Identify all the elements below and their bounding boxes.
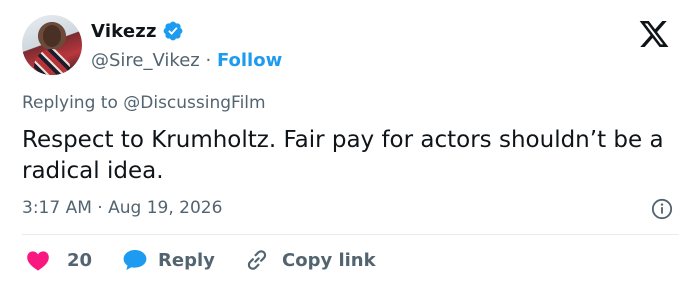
reply-button[interactable]: Reply (122, 246, 215, 274)
handle-separator: · (205, 50, 212, 71)
tweet-date: Aug 19, 2026 (108, 198, 223, 218)
link-icon (247, 250, 267, 270)
copy-link-label: Copy link (282, 249, 376, 271)
copy-link-button[interactable]: Copy link (244, 246, 376, 274)
meta-separator: · (97, 198, 103, 218)
avatar-head (43, 25, 61, 47)
like-button[interactable]: 20 (26, 246, 92, 274)
tweet-timestamp[interactable]: 3:17 AM · Aug 19, 2026 (22, 198, 222, 218)
info-icon[interactable] (651, 198, 673, 220)
replying-to-mention[interactable]: @DiscussingFilm (123, 93, 265, 113)
verified-badge-icon (163, 21, 183, 41)
display-name[interactable]: Vikezz (91, 21, 157, 42)
reply-label: Reply (158, 249, 215, 271)
handle-row: @Sire_Vikez · Follow (91, 50, 282, 71)
tweet-time: 3:17 AM (22, 198, 92, 218)
replying-to-prefix: Replying to (22, 93, 118, 113)
action-bar: 20 Reply Copy link (22, 246, 682, 274)
speech-bubble-icon (123, 250, 147, 270)
user-handle[interactable]: @Sire_Vikez (91, 50, 200, 71)
x-logo-icon[interactable] (637, 18, 671, 50)
heart-icon (27, 251, 49, 271)
tweet-card: Vikezz @Sire_Vikez · Follow Replying to … (0, 0, 700, 287)
avatar-shirt (34, 49, 70, 75)
tweet-text: Respect to Krumholtz. Fair pay for actor… (22, 127, 664, 184)
follow-button[interactable]: Follow (217, 50, 282, 71)
like-count: 20 (67, 249, 93, 271)
divider (22, 234, 679, 235)
replying-to: Replying to @DiscussingFilm (22, 93, 266, 113)
avatar[interactable] (22, 15, 82, 75)
